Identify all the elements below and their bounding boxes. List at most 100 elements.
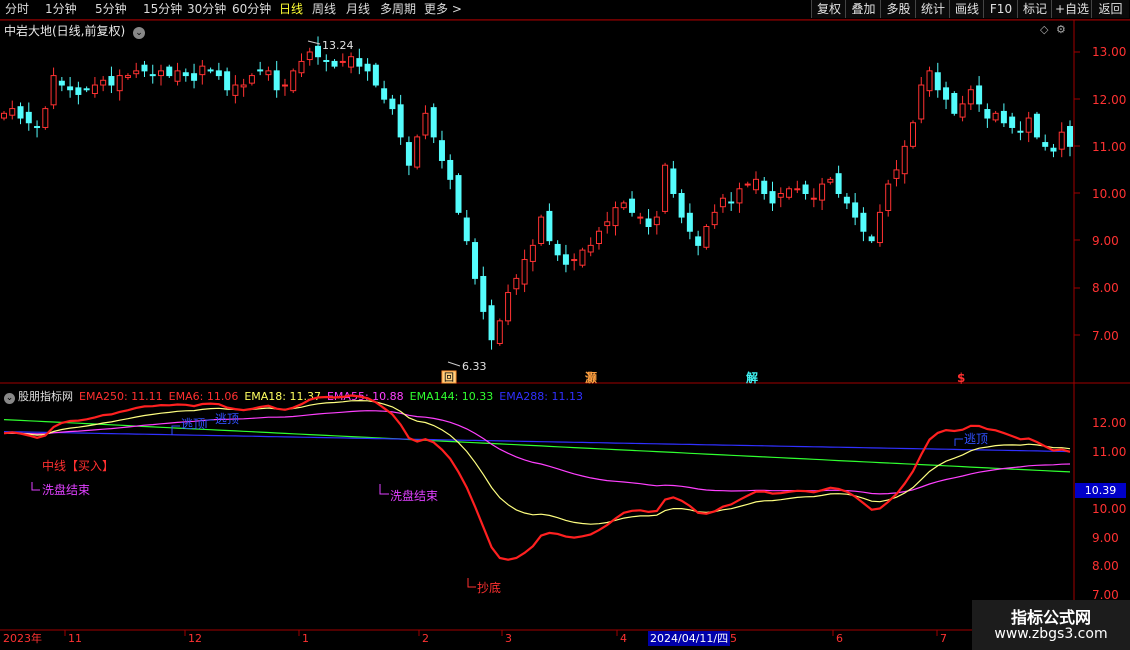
candle-body <box>348 56 355 68</box>
candle-body <box>315 45 322 58</box>
annotation-wash-end: 洗盘结束 <box>42 482 90 497</box>
period-30min[interactable]: 30分钟 <box>187 1 226 18</box>
candle-body <box>629 198 636 213</box>
candle-body <box>918 84 925 120</box>
candle-body <box>83 88 90 91</box>
period-1min[interactable]: 1分钟 <box>45 1 77 18</box>
x-tick-label: 4 <box>620 632 627 645</box>
period-weekly[interactable]: 周线 <box>312 1 336 18</box>
candle-body <box>695 236 702 246</box>
candle-body <box>612 207 619 227</box>
price-tick: 9.00 <box>1092 234 1119 248</box>
candle-body <box>372 64 379 86</box>
candle-body <box>9 108 16 116</box>
candle-body <box>901 145 908 175</box>
candle-body <box>794 188 801 191</box>
candle-body <box>108 76 115 86</box>
indicator-name: 股朋指标网 <box>18 390 73 403</box>
candle-body <box>25 111 32 124</box>
candle-body <box>323 59 330 62</box>
period-more[interactable]: 更多 > <box>424 1 462 18</box>
candle-body <box>273 70 280 91</box>
ema18-line <box>3 399 1071 525</box>
current-value-badge: 10.39 <box>1075 483 1126 498</box>
period-monthly[interactable]: 月线 <box>346 1 370 18</box>
candle-body <box>100 79 107 86</box>
candle-body <box>199 65 206 76</box>
candle-body <box>620 202 627 209</box>
candle-body <box>562 254 569 265</box>
chevron-down-icon[interactable]: ⌄ <box>133 27 146 39</box>
candle-body <box>984 109 991 119</box>
candle-body <box>58 80 65 86</box>
period-60min[interactable]: 60分钟 <box>232 1 271 18</box>
candle-body <box>976 85 983 105</box>
draw-line-button[interactable]: 画线 <box>949 0 984 18</box>
period-fenshi[interactable]: 分时 <box>5 1 29 18</box>
candle-body <box>571 259 578 262</box>
candle-body <box>488 305 495 341</box>
annotation-bottom-buy: 抄底 <box>477 580 501 595</box>
candle-body <box>827 178 834 183</box>
candle-body <box>381 88 388 100</box>
candle-body <box>298 60 305 74</box>
restore-rights-button[interactable]: 复权 <box>811 0 846 18</box>
ind-tick: 11.00 <box>1092 445 1126 459</box>
candle-body <box>174 70 181 82</box>
mark-button[interactable]: 标记 <box>1017 0 1052 18</box>
candle-body <box>645 218 652 228</box>
candle-body <box>719 197 726 208</box>
period-5min[interactable]: 5分钟 <box>95 1 127 18</box>
price-tick: 10.00 <box>1092 187 1126 201</box>
candle-body <box>438 140 445 161</box>
ind-tick: 10.00 <box>1092 502 1126 516</box>
add-watchlist-button[interactable]: +自选 <box>1051 0 1092 18</box>
candle-body <box>1025 117 1032 133</box>
candle-body <box>653 216 660 226</box>
candle-body <box>529 244 536 262</box>
candle-body <box>662 164 669 212</box>
ind-tick: 12.00 <box>1092 416 1126 430</box>
candle-body <box>1050 147 1057 152</box>
candle-body <box>587 244 594 253</box>
signal-marker-excite: 灏 <box>585 370 597 385</box>
chevron-down-icon[interactable]: ⌄ <box>4 393 15 404</box>
candle-body <box>149 74 156 77</box>
statistics-button[interactable]: 统计 <box>915 0 950 18</box>
candle-body <box>405 142 412 166</box>
candle-body <box>42 108 49 128</box>
legend-ema144: EMA144: 10.33 <box>409 390 494 403</box>
price-tick: 8.00 <box>1092 281 1119 295</box>
candle-body <box>116 75 123 92</box>
candle-body <box>909 122 916 147</box>
candle-body <box>835 173 842 195</box>
candle-body <box>786 188 793 198</box>
legend-ema288: EMA288: 11.13 <box>499 390 583 403</box>
candle-body <box>1042 142 1049 147</box>
candle-body <box>744 183 751 186</box>
candle-body <box>595 230 602 244</box>
multi-stock-button[interactable]: 多股 <box>880 0 916 18</box>
candle-body <box>777 193 784 198</box>
legend-ema55: EMA55: 10.88 <box>326 390 404 403</box>
overlay-button[interactable]: 叠加 <box>845 0 881 18</box>
price-tick: 12.00 <box>1092 93 1126 107</box>
high-marker: 13.24 <box>307 39 354 52</box>
f10-button[interactable]: F10 <box>983 0 1018 18</box>
candle-body <box>893 169 900 179</box>
candle-body <box>141 64 148 72</box>
watermark: 指标公式网 www.zbgs3.com <box>972 600 1130 650</box>
candle-body <box>546 210 553 242</box>
settings-icon[interactable]: ⚙ <box>1056 23 1066 36</box>
period-15min[interactable]: 15分钟 <box>143 1 182 18</box>
candle-body <box>1000 110 1007 124</box>
diamond-icon[interactable]: ◇ <box>1040 23 1049 36</box>
candle-body <box>455 175 462 213</box>
period-daily[interactable]: 日线 <box>279 1 303 18</box>
candle-body <box>224 71 231 91</box>
chart-canvas[interactable]: 13.00 12.00 11.00 10.00 9.00 8.00 7.00 ◇… <box>0 0 1130 650</box>
candle-body <box>1067 126 1073 147</box>
period-multi[interactable]: 多周期 <box>380 1 416 18</box>
back-button[interactable]: 返回 <box>1091 0 1129 18</box>
candle-body <box>876 211 883 244</box>
